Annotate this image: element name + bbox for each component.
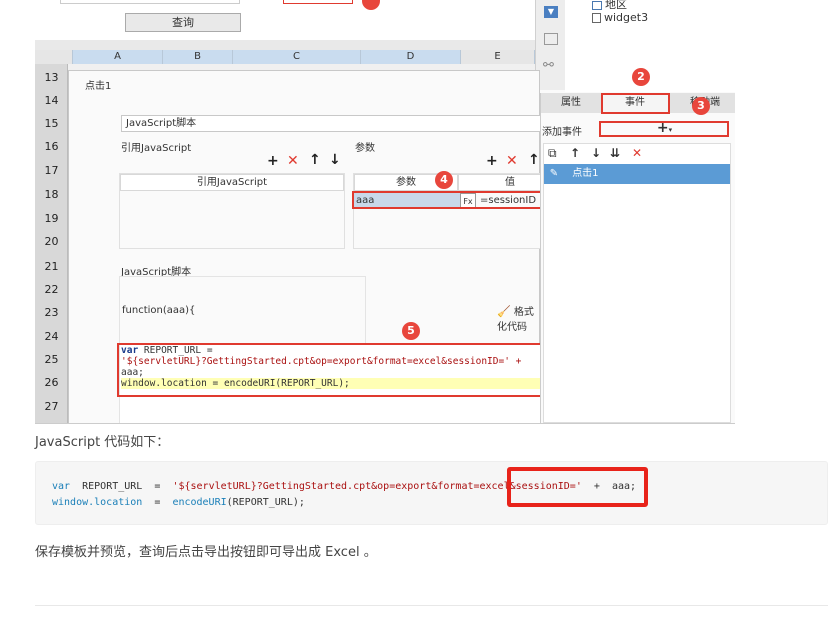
- row-number[interactable]: 14: [35, 89, 68, 112]
- delete-param-icon[interactable]: ✕: [506, 154, 518, 168]
- move-down-icon[interactable]: ↓: [591, 146, 601, 160]
- add-icon[interactable]: +: [267, 154, 279, 168]
- tree-item-widget3[interactable]: widget3: [592, 11, 648, 24]
- broom-icon: 🧹: [497, 305, 511, 318]
- add-event-label: 添加事件: [542, 127, 582, 138]
- row-number[interactable]: 21: [35, 255, 68, 278]
- step-badge-5: 5: [402, 322, 420, 340]
- code-highlight: [117, 343, 563, 397]
- code-arg: (REPORT_URL);: [226, 497, 305, 508]
- widget-tree: 地区 widget3: [565, 0, 735, 92]
- event-item[interactable]: ✎ 点击1: [544, 164, 730, 184]
- params-table: 参数 值 aaa Fx =sessionID: [353, 173, 563, 249]
- row-number[interactable]: 27: [35, 395, 68, 418]
- session-highlight: [507, 467, 648, 507]
- row-number[interactable]: 23: [35, 301, 68, 324]
- column-c[interactable]: C: [233, 50, 361, 64]
- column-a[interactable]: A: [73, 50, 163, 64]
- tree-item-label: widget3: [604, 11, 649, 24]
- row-number[interactable]: 26: [35, 371, 68, 394]
- row-number[interactable]: 20: [35, 230, 68, 253]
- edit-icon: ✎: [549, 168, 559, 179]
- link-icon[interactable]: ⚯: [543, 58, 554, 73]
- tab-properties[interactable]: 属性: [546, 94, 596, 112]
- designer-screenshot: 查询 A B C D E 13 14 15 16 17 18 19 20 21 …: [35, 0, 735, 424]
- row-number[interactable]: 19: [35, 207, 68, 230]
- code-eq2: =: [154, 497, 161, 508]
- widget-icon: [592, 13, 601, 23]
- code-intro: JavaScript 代码如下：: [35, 435, 170, 450]
- params-highlight: [352, 191, 563, 209]
- form-field[interactable]: [60, 0, 240, 4]
- row-number[interactable]: 24: [35, 325, 68, 348]
- script-type-value: JavaScript脚本: [126, 118, 197, 129]
- dialog-title: 点击1: [85, 81, 112, 92]
- grid-divider: [35, 40, 535, 50]
- ref-js-title: 引用JavaScript: [121, 143, 192, 154]
- step-badge-4: 4: [435, 171, 453, 189]
- arrow-up-icon[interactable]: ↑: [309, 153, 321, 167]
- param-up-icon[interactable]: ↑: [528, 153, 540, 167]
- corner-cell[interactable]: [35, 50, 73, 64]
- column-header: A B C D E: [35, 50, 535, 64]
- add-param-icon[interactable]: +: [486, 154, 498, 168]
- column-b[interactable]: B: [163, 50, 233, 64]
- layers-icon[interactable]: [544, 33, 558, 45]
- row-number[interactable]: 16: [35, 135, 68, 158]
- remove-event-icon[interactable]: ✕: [632, 146, 642, 160]
- step-badge-3: 3: [692, 97, 710, 115]
- column-d[interactable]: D: [361, 50, 461, 64]
- code-encode: encodeURI: [172, 497, 227, 508]
- delete-icon[interactable]: ✕: [287, 154, 299, 168]
- row-number[interactable]: 15: [35, 112, 68, 135]
- code-block: var REPORT_URL = '${servletURL}?GettingS…: [35, 461, 828, 525]
- code-outro: 保存模板并预览，查询后点击导出按钮即可导出成 Excel 。: [35, 545, 377, 560]
- code-name: REPORT_URL: [82, 481, 143, 492]
- code-window: window.location: [52, 497, 143, 508]
- code-line-window: window.location = encodeURI(REPORT_URL);: [52, 497, 305, 508]
- event-dialog: 点击1 JavaScript脚本 ⌄ 引用JavaScript 参数 + ✕ ↑…: [68, 70, 563, 423]
- row-number[interactable]: 22: [35, 278, 68, 301]
- script-type-select[interactable]: JavaScript脚本 ⌄: [121, 115, 561, 132]
- row-number[interactable]: 25: [35, 348, 68, 371]
- copy-icon[interactable]: ⧉: [548, 146, 557, 161]
- parameter-form: 查询: [35, 0, 535, 40]
- event-list: ⧉ ↑ ↓ ⇊ ✕ ✎ 点击1: [543, 143, 731, 423]
- column-e[interactable]: E: [461, 50, 535, 64]
- divider: [35, 605, 828, 606]
- row-number[interactable]: 18: [35, 183, 68, 206]
- row-number[interactable]: 13: [35, 66, 68, 89]
- row-header: 13 14 15 16 17 18 19 20 21 22 23 24 25 2…: [35, 64, 68, 423]
- event-item-label: 点击1: [572, 168, 599, 179]
- params-title: 参数: [355, 143, 375, 154]
- row-number[interactable]: 17: [35, 159, 68, 182]
- arrow-down-icon[interactable]: ↓: [329, 153, 341, 167]
- move-up-icon[interactable]: ↑: [570, 146, 580, 160]
- selected-widget[interactable]: [283, 0, 353, 4]
- move-bottom-icon[interactable]: ⇊: [610, 146, 620, 160]
- dropdown-icon[interactable]: ▼: [544, 6, 558, 18]
- ref-js-table: 引用JavaScript: [119, 173, 345, 249]
- query-button[interactable]: 查询: [125, 13, 241, 32]
- function-signature: function(aaa){: [119, 276, 366, 344]
- events-tab-highlight: [601, 93, 670, 114]
- step-badge-2: 2: [632, 68, 650, 86]
- ref-js-header: 引用JavaScript: [120, 174, 344, 191]
- add-event-highlight: [599, 121, 729, 137]
- code-eq: =: [154, 481, 161, 492]
- event-panel: 属性 事件 移动端 添加事件 +▾ ⧉ ↑ ↓ ⇊ ✕ ✎ 点击1: [540, 93, 735, 423]
- tree-item-label: 地区: [605, 0, 627, 11]
- table-icon: [592, 0, 602, 10]
- code-var: var: [52, 481, 71, 492]
- format-code-button[interactable]: 🧹 格式化代码: [497, 303, 539, 333]
